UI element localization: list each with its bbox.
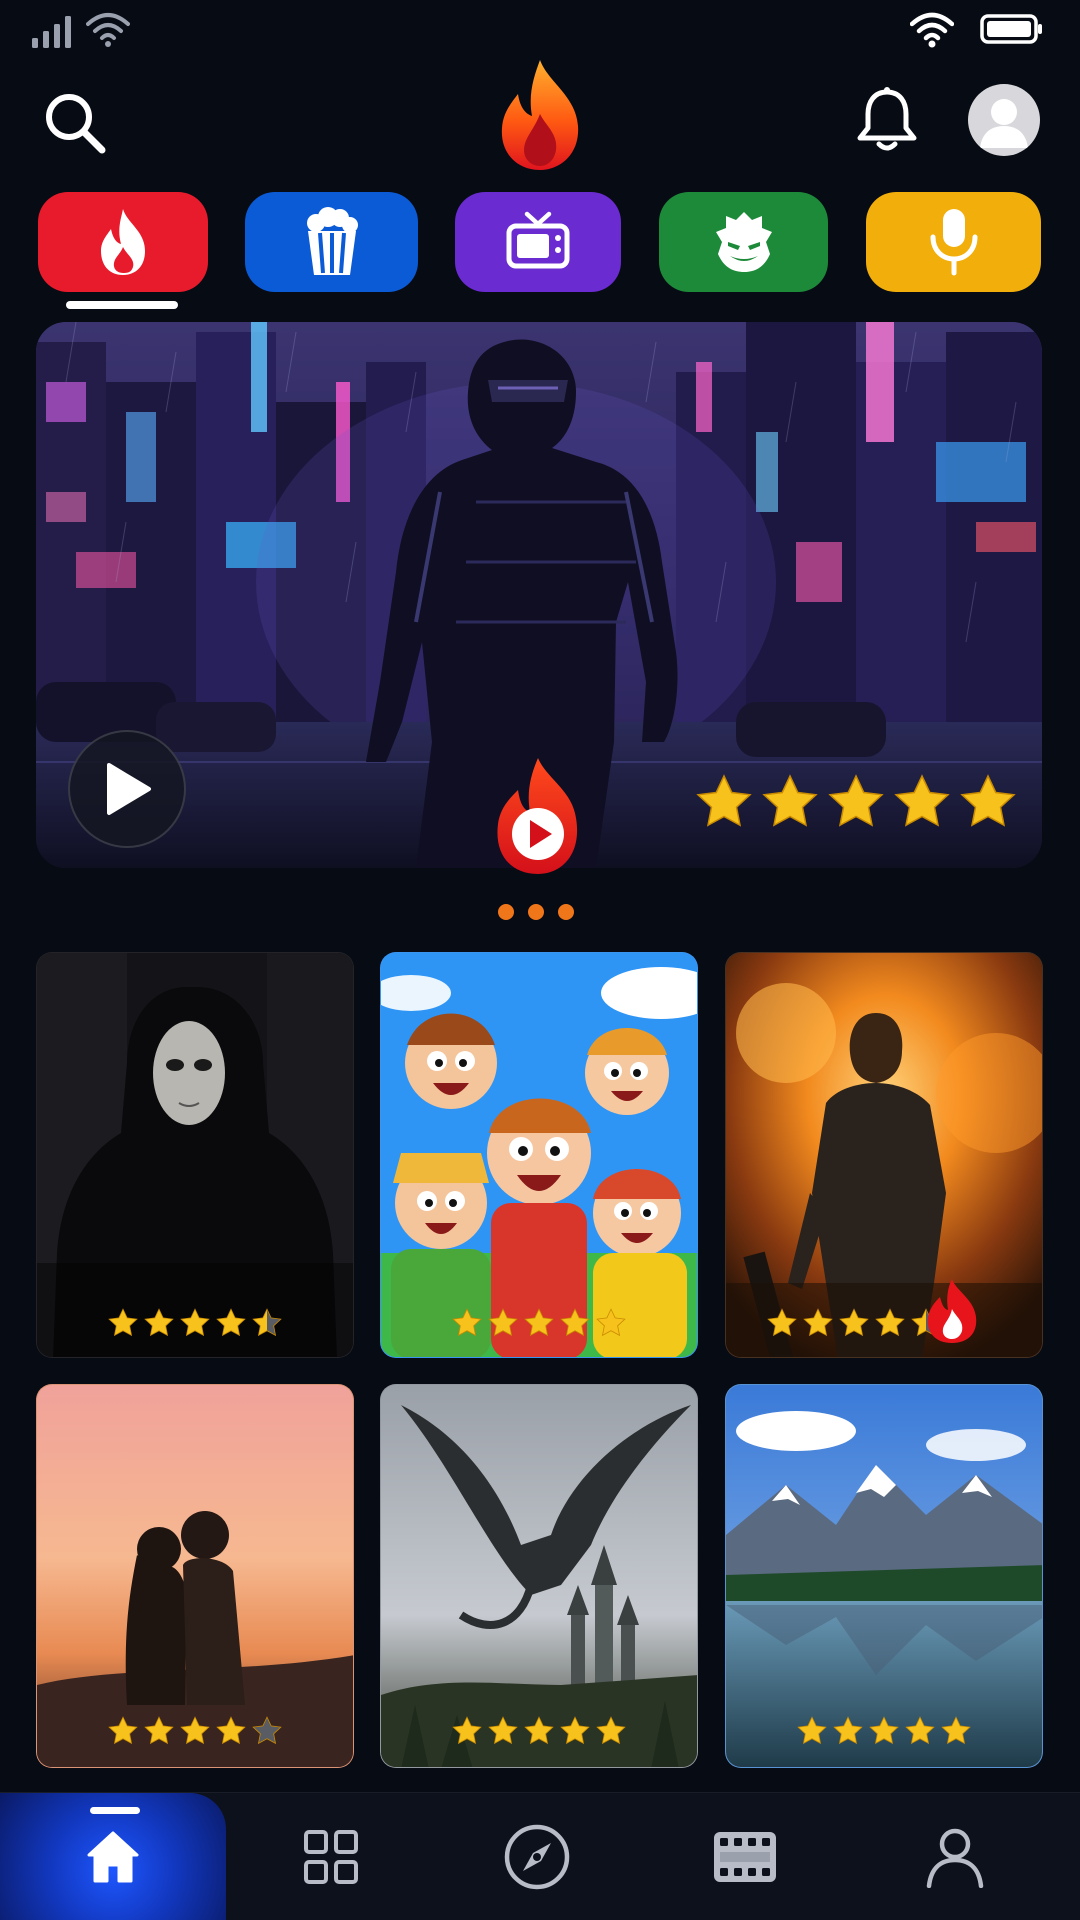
bottom-navigation (0, 1792, 1080, 1920)
profile-icon (926, 1828, 984, 1888)
bell-icon[interactable] (852, 84, 922, 154)
star-full-icon (144, 1308, 174, 1337)
play-button[interactable] (68, 730, 186, 848)
masked-hooded-figure-artwork (37, 953, 353, 1357)
nav-profile[interactable] (900, 1793, 1010, 1920)
card-rating (381, 1307, 697, 1339)
tab-trending[interactable] (38, 192, 208, 292)
nav-library[interactable] (690, 1793, 800, 1920)
title-card[interactable] (725, 1384, 1043, 1768)
wifi-icon (910, 12, 954, 48)
microphone-icon (930, 209, 977, 276)
star-full-icon (560, 1716, 590, 1745)
app-screen (0, 0, 1080, 1920)
star-empty-icon (252, 1716, 282, 1745)
star-full-icon (803, 1308, 833, 1337)
mountain-lake-artwork (726, 1385, 1042, 1767)
title-card[interactable] (36, 952, 354, 1358)
title-card[interactable] (36, 1384, 354, 1768)
monster-face-icon (715, 212, 772, 272)
carousel-indicator (498, 904, 574, 920)
nav-explore[interactable] (482, 1793, 592, 1920)
tab-anime[interactable] (659, 192, 828, 292)
card-rating (37, 1715, 353, 1747)
star-full-icon (696, 774, 752, 827)
signal-bars-icon (32, 16, 71, 48)
battery-icon (980, 14, 1042, 44)
nav-home[interactable] (0, 1793, 226, 1920)
user-avatar-icon[interactable] (968, 84, 1040, 156)
star-full-icon (144, 1716, 174, 1745)
tab-podcasts[interactable] (866, 192, 1041, 292)
star-full-icon (797, 1716, 827, 1745)
star-full-icon (180, 1716, 210, 1745)
popcorn-icon (306, 207, 358, 275)
title-card[interactable] (725, 952, 1043, 1358)
star-full-icon (596, 1308, 626, 1337)
search-icon[interactable] (40, 88, 110, 158)
tv-icon (506, 211, 570, 269)
card-rating (37, 1307, 353, 1339)
star-full-icon (762, 774, 818, 827)
flame-icon (101, 209, 145, 275)
play-icon (107, 763, 151, 815)
action-hero-explosion-artwork (726, 953, 1042, 1357)
star-full-icon (452, 1308, 482, 1337)
hero-rating (694, 772, 1018, 832)
flame-logo-icon (501, 60, 579, 170)
star-full-icon (524, 1716, 554, 1745)
star-full-icon (596, 1716, 626, 1745)
star-full-icon (960, 774, 1016, 827)
couple-at-sunset-artwork (37, 1385, 353, 1767)
title-card[interactable] (380, 1384, 698, 1768)
carousel-dot[interactable] (498, 904, 514, 920)
carousel-dot[interactable] (528, 904, 544, 920)
title-card[interactable] (380, 952, 698, 1358)
star-full-icon (869, 1716, 899, 1745)
tab-movies[interactable] (245, 192, 418, 292)
star-full-icon (905, 1716, 935, 1745)
star-full-icon (524, 1308, 554, 1337)
card-rating (381, 1715, 697, 1747)
star-full-icon (488, 1716, 518, 1745)
star-full-icon (452, 1716, 482, 1745)
star-full-icon (108, 1308, 138, 1337)
nav-categories[interactable] (276, 1793, 386, 1920)
flame-play-badge-icon[interactable] (488, 758, 588, 876)
star-full-icon (828, 774, 884, 827)
star-full-icon (488, 1308, 518, 1337)
card-rating (726, 1715, 1042, 1747)
star-full-icon (767, 1308, 797, 1337)
grid-icon (304, 1830, 358, 1884)
star-full-icon (833, 1716, 863, 1745)
tab-tv-shows[interactable] (455, 192, 621, 292)
compass-icon (504, 1824, 570, 1890)
carousel-dot[interactable] (558, 904, 574, 920)
star-full-icon (216, 1308, 246, 1337)
star-full-icon (875, 1308, 905, 1337)
star-full-icon (216, 1716, 246, 1745)
star-full-icon (894, 774, 950, 827)
star-full-icon (108, 1716, 138, 1745)
hot-flame-badge-icon (927, 1279, 977, 1343)
cartoon-group-artwork (381, 953, 697, 1357)
star-full-icon (180, 1308, 210, 1337)
star-full-icon (839, 1308, 869, 1337)
star-half-icon (252, 1308, 282, 1337)
active-tab-indicator (66, 301, 178, 309)
top-header (0, 60, 1080, 180)
dragon-over-castle-artwork (381, 1385, 697, 1767)
status-bar (0, 0, 1080, 60)
star-full-icon (560, 1308, 590, 1337)
film-strip-icon (714, 1832, 776, 1882)
wifi-icon (86, 13, 130, 47)
star-full-icon (941, 1716, 971, 1745)
active-nav-indicator (90, 1807, 140, 1814)
home-icon (87, 1831, 139, 1883)
category-tabs (0, 192, 1080, 312)
